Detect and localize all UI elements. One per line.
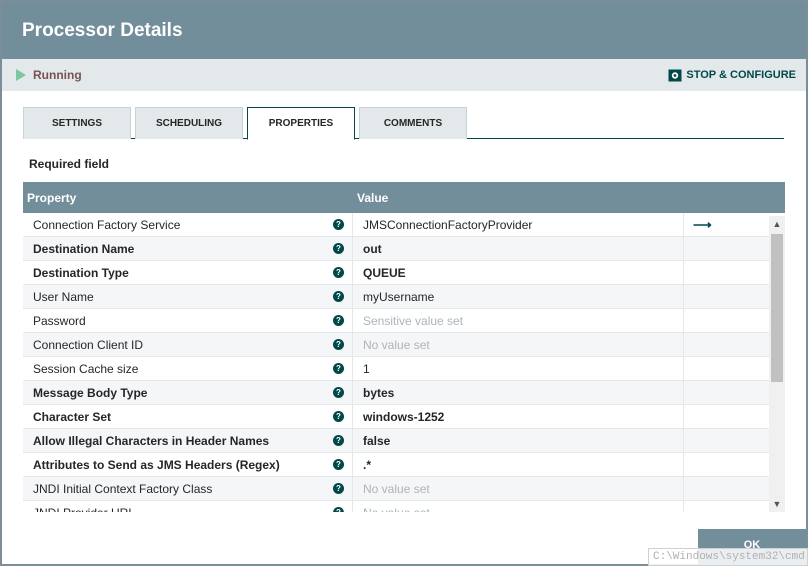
scroll-down-icon[interactable]: ▼ [769,496,785,512]
property-value[interactable]: Sensitive value set [353,309,684,332]
table-row[interactable]: Connection Client ID? No value set [23,333,785,357]
help-icon[interactable]: ? [333,363,344,374]
tab-settings[interactable]: SETTINGS [23,107,131,139]
property-name: Destination Name [33,241,135,256]
properties-table: Property Value Connection Factory Servic… [23,182,785,512]
property-name-cell: Attributes to Send as JMS Headers (Regex… [23,453,353,476]
table-row[interactable]: Connection Factory Service? JMSConnection… [23,213,785,237]
goto-arrow-icon[interactable]: ⟶ [693,217,712,233]
column-header-property: Property [27,190,77,205]
status-text: Running [33,68,82,82]
property-name-cell: User Name? [23,285,353,308]
property-value[interactable]: JMSConnectionFactoryProvider [353,213,684,236]
play-icon [16,69,26,81]
help-icon[interactable]: ? [333,411,344,422]
stop-configure-label: STOP & CONFIGURE [686,69,796,81]
table-row[interactable]: JNDI Provider URL?No value set [23,501,785,512]
property-name: Message Body Type [33,385,148,400]
property-name: Connection Factory Service [33,217,181,232]
table-row[interactable]: Attributes to Send as JMS Headers (Regex… [23,453,785,477]
property-value[interactable]: windows-1252 [353,405,684,428]
property-name: Password [33,313,86,328]
property-value[interactable]: false [353,429,684,452]
property-value[interactable]: out [353,237,684,260]
property-name-cell: JNDI Initial Context Factory Class? [23,477,353,500]
table-row[interactable]: Password? Sensitive value set [23,309,785,333]
property-name-cell: Connection Factory Service? [23,213,353,236]
stop-configure-icon [668,69,682,81]
help-icon[interactable]: ? [333,267,344,278]
table-body: Connection Factory Service? JMSConnection… [23,213,785,512]
help-icon[interactable]: ? [333,219,344,230]
help-icon[interactable]: ? [333,507,344,512]
property-name-cell: Session Cache size? [23,357,353,380]
table-row[interactable]: JNDI Initial Context Factory Class? No va… [23,477,785,501]
property-name-cell: Destination Name? [23,237,353,260]
tab-bar: SETTINGS SCHEDULING PROPERTIES COMMENTS [23,107,784,140]
property-name-cell: Character Set? [23,405,353,428]
processor-details-dialog: Processor Details Running STOP & CONFIGU… [2,2,806,564]
help-icon[interactable]: ? [333,483,344,494]
tab-scheduling[interactable]: SCHEDULING [135,107,243,139]
tab-comments[interactable]: COMMENTS [359,107,467,139]
property-name-cell: Allow Illegal Characters in Header Names… [23,429,353,452]
property-name: JNDI Initial Context Factory Class [33,481,213,496]
property-name: Destination Type [33,265,129,280]
property-value[interactable]: .* [353,453,684,476]
property-name-cell: JNDI Provider URL? [23,501,353,512]
required-field-note: Required field [29,157,110,171]
table-scrollbar[interactable]: ▲ ▼ [769,216,785,512]
property-name: Attributes to Send as JMS Headers (Regex… [33,457,280,472]
table-header: Property Value [23,182,785,213]
tab-properties[interactable]: PROPERTIES [247,107,355,140]
property-name-cell: Message Body Type? [23,381,353,404]
table-row[interactable]: Allow Illegal Characters in Header Names… [23,429,785,453]
dialog-title: Processor Details [22,19,183,41]
table-row[interactable]: Session Cache size? 1 [23,357,785,381]
property-value[interactable]: No value set [353,501,684,512]
help-icon[interactable]: ? [333,435,344,446]
table-row[interactable]: Destination Name? out [23,237,785,261]
property-name: Session Cache size [33,361,139,376]
table-row[interactable]: Message Body Type? bytes [23,381,785,405]
property-value[interactable]: myUsername [353,285,684,308]
help-icon[interactable]: ? [333,291,344,302]
property-name: Connection Client ID [33,337,144,352]
property-name: Allow Illegal Characters in Header Names [33,433,270,448]
property-name-cell: Connection Client ID? [23,333,353,356]
column-header-value: Value [357,190,389,205]
property-name: User Name [33,289,94,304]
help-icon[interactable]: ? [333,315,344,326]
property-name: JNDI Provider URL [33,506,135,513]
help-icon[interactable]: ? [333,339,344,350]
dialog-header: Processor Details [2,2,806,59]
property-value[interactable]: 1 [353,357,684,380]
stop-configure-button[interactable]: STOP & CONFIGURE [668,69,796,82]
help-icon[interactable]: ? [333,459,344,470]
property-value[interactable]: No value set [353,477,684,500]
table-row[interactable]: Destination Type? QUEUE [23,261,785,285]
cmd-window-title[interactable]: C:\Windows\system32\cmd.exe [648,548,808,566]
table-row[interactable]: User Name? myUsername [23,285,785,309]
property-name-cell: Destination Type? [23,261,353,284]
status-bar: Running STOP & CONFIGURE [2,59,806,91]
help-icon[interactable]: ? [333,243,344,254]
property-value[interactable]: No value set [353,333,684,356]
scrollbar-thumb[interactable] [771,234,783,382]
scroll-up-icon[interactable]: ▲ [769,216,785,232]
property-name: Character Set [33,409,112,424]
run-status: Running [16,68,82,82]
property-name-cell: Password? [23,309,353,332]
property-value[interactable]: QUEUE [353,261,684,284]
property-value[interactable]: bytes [353,381,684,404]
table-row[interactable]: Character Set? windows-1252 [23,405,785,429]
help-icon[interactable]: ? [333,387,344,398]
